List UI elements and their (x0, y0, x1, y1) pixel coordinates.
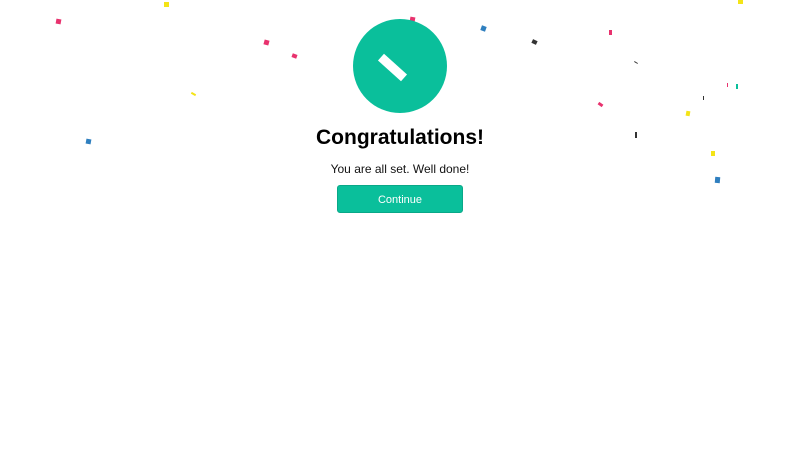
confetti-piece (609, 30, 612, 35)
confetti-piece (55, 18, 62, 25)
confetti-piece (291, 53, 298, 59)
success-badge (353, 19, 447, 113)
continue-button[interactable]: Continue (337, 185, 463, 213)
success-message: You are all set. Well done! (330, 162, 470, 176)
confetti-piece (597, 101, 604, 108)
confetti-piece (164, 2, 169, 7)
celebration-page: Congratulations! You are all set. Well d… (0, 0, 800, 450)
confetti-piece (738, 0, 743, 4)
page-title: Congratulations! (316, 126, 484, 149)
confetti-piece (190, 91, 197, 97)
confetti-piece (263, 39, 270, 46)
confetti-piece (703, 96, 704, 100)
check-icon (377, 53, 408, 82)
confetti-piece (736, 84, 738, 89)
confetti-piece (531, 39, 538, 45)
confetti-piece (685, 110, 691, 117)
confetti-piece (634, 61, 638, 64)
confetti-piece (480, 25, 487, 32)
confetti-piece (727, 83, 728, 87)
confetti-piece (714, 176, 721, 184)
